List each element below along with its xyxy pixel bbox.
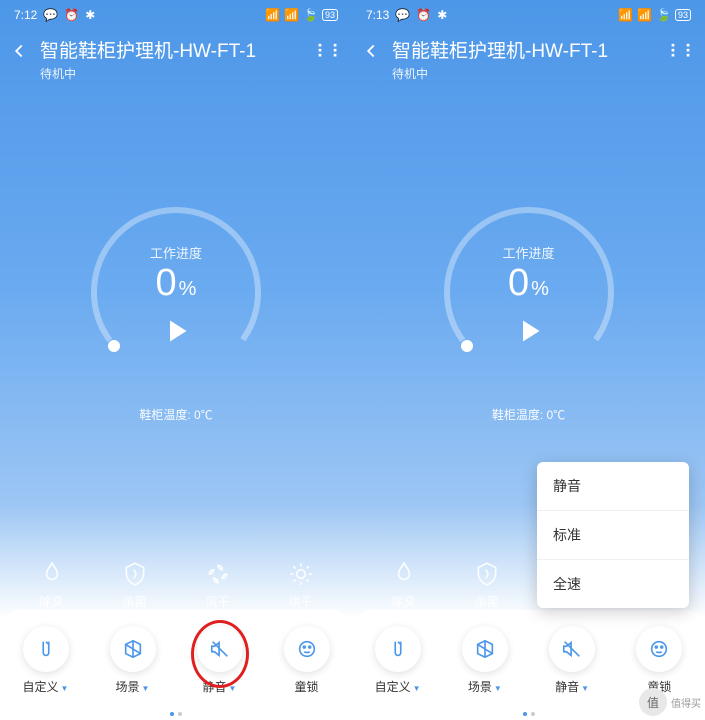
back-button[interactable] (360, 36, 392, 67)
bt-icon: ✱ (437, 8, 447, 22)
device-status: 待机中 (392, 65, 669, 82)
wechat-icon: 💬 (395, 8, 410, 22)
progress-label: 工作进度 (502, 243, 554, 262)
custom-button[interactable]: 自定义▼ (375, 626, 421, 695)
scene-button[interactable]: 场景▼ (110, 626, 156, 695)
battery-icon: 93 (675, 9, 691, 21)
device-status: 待机中 (40, 65, 316, 82)
cabinet-temp: 鞋柜温度: 0℃ (352, 406, 705, 423)
popup-full[interactable]: 全速 (537, 559, 689, 608)
more-button[interactable]: ⠇⠇ (316, 36, 340, 63)
alarm-icon: ⏰ (416, 8, 431, 22)
childlock-button[interactable]: 童锁 (636, 626, 682, 695)
mute-button[interactable]: 静音▼ (197, 626, 243, 695)
status-bar: 7:13 💬 ⏰ ✱ 📶 📶 🍃 93 (352, 0, 705, 30)
mute-button[interactable]: 静音▼ (549, 626, 595, 695)
clock: 7:12 (14, 8, 37, 22)
mode-sterilize[interactable]: 杀菌 (474, 561, 500, 610)
watermark: 值 值得买 (639, 688, 701, 716)
childlock-button[interactable]: 童锁 (284, 626, 330, 695)
mode-sterilize[interactable]: 杀菌 (122, 561, 148, 610)
mode-heatdry[interactable]: 烘干 (288, 561, 314, 610)
popup-standard[interactable]: 标准 (537, 510, 689, 559)
page-title: 智能鞋柜护理机-HW-FT-1 (392, 36, 669, 63)
mode-deodorize[interactable]: 除臭 (39, 561, 65, 610)
bottom-bar: 自定义▼ 场景▼ 静音▼ 童锁 (0, 610, 352, 720)
wifi-icon: 📶 (265, 8, 280, 22)
wifi-icon: 📶 (618, 8, 633, 22)
cabinet-temp: 鞋柜温度: 0℃ (0, 406, 352, 423)
wechat-icon: 💬 (43, 8, 58, 22)
speed-popup: 静音 标准 全速 (537, 462, 689, 608)
leaf-icon: 🍃 (656, 8, 671, 22)
back-button[interactable] (8, 36, 40, 67)
mode-airdry[interactable]: 风干 (205, 561, 231, 610)
alarm-icon: ⏰ (64, 8, 79, 22)
watermark-icon: 值 (639, 688, 667, 716)
more-button[interactable]: ⠇⠇ (669, 36, 693, 63)
popup-mute[interactable]: 静音 (537, 462, 689, 510)
signal-icon: 📶 (284, 8, 299, 22)
bt-icon: ✱ (85, 8, 95, 22)
app-header: 智能鞋柜护理机-HW-FT-1 待机中 ⠇⠇ (0, 30, 352, 82)
progress-gauge: 工作进度 0% (76, 192, 276, 392)
page-title: 智能鞋柜护理机-HW-FT-1 (40, 36, 316, 63)
progress-gauge: 工作进度 0% (429, 192, 629, 392)
battery-icon: 93 (322, 9, 338, 21)
scene-button[interactable]: 场景▼ (462, 626, 508, 695)
clock: 7:13 (366, 8, 389, 22)
custom-button[interactable]: 自定义▼ (23, 626, 69, 695)
progress-label: 工作进度 (150, 243, 202, 262)
leaf-icon: 🍃 (303, 8, 318, 22)
app-header: 智能鞋柜护理机-HW-FT-1 待机中 ⠇⠇ (352, 30, 705, 82)
mode-row: 除臭 杀菌 风干 烘干 (0, 561, 352, 610)
status-bar: 7:12 💬 ⏰ ✱ 📶 📶 🍃 93 (0, 0, 352, 30)
signal-icon: 📶 (637, 8, 652, 22)
mode-deodorize[interactable]: 除臭 (391, 561, 417, 610)
